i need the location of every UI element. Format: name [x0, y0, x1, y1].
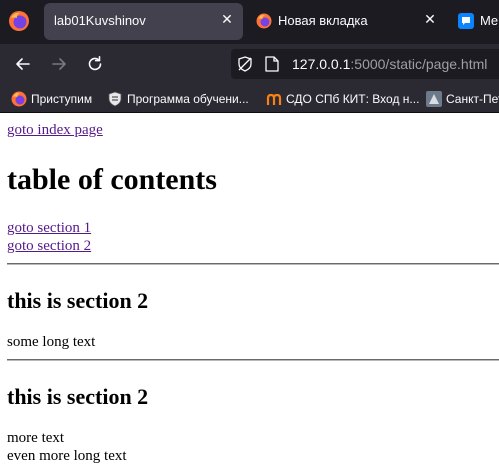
url-path: :5000/static/page.html — [350, 56, 488, 72]
section-heading: this is section 2 — [7, 288, 149, 313]
url-host: 127.0.0.1 — [292, 56, 351, 72]
tab-title: Новая вкладка — [278, 13, 368, 28]
shield-icon — [108, 91, 122, 107]
forward-arrow-icon[interactable] — [48, 53, 70, 75]
moodle-icon — [266, 93, 282, 105]
section-text: some long text — [7, 334, 96, 350]
page-icon[interactable] — [265, 56, 279, 72]
tab-title: lab01Kuvshinov — [54, 13, 146, 28]
tab-bar: lab01Kuvshinov ✕ Новая вкладка ✕ Me — [0, 0, 499, 44]
address-bar[interactable]: 127.0.0.1:5000/static/page.html — [231, 49, 499, 79]
divider — [7, 263, 499, 265]
close-icon[interactable]: ✕ — [422, 11, 438, 27]
tracking-protection-icon[interactable] — [237, 56, 253, 72]
page-title: table of contents — [7, 163, 217, 196]
browser-chrome: lab01Kuvshinov ✕ Новая вкладка ✕ Me 127.… — [0, 0, 499, 113]
bookmark-label: Приступим — [31, 92, 93, 106]
section-text: even more long text — [7, 448, 127, 464]
tab-third[interactable]: Me — [452, 3, 499, 40]
navigation-toolbar: 127.0.0.1:5000/static/page.html — [0, 44, 499, 84]
firefox-icon — [11, 91, 27, 107]
bookmark-label: Программа обучени... — [127, 92, 249, 106]
bookmark-label: СДО СПб КИТ: Вход н... — [286, 92, 420, 106]
section-text: more text — [7, 430, 65, 446]
bookmark-label: Санкт-Пет — [446, 92, 499, 106]
page-content: goto index page table of contents goto s… — [0, 113, 499, 468]
chat-icon — [458, 13, 474, 29]
url-text[interactable]: 127.0.0.1:5000/static/page.html — [292, 56, 487, 72]
section-1-link[interactable]: goto section 1 — [7, 220, 91, 237]
tab-new-tab[interactable]: Новая вкладка ✕ — [248, 3, 446, 40]
index-link[interactable]: goto index page — [7, 122, 103, 139]
tab-lab01[interactable]: lab01Kuvshinov ✕ — [44, 3, 243, 40]
reload-icon[interactable] — [84, 53, 106, 75]
back-arrow-icon[interactable] — [12, 53, 34, 75]
firefox-menu-icon[interactable] — [8, 10, 30, 32]
divider — [7, 359, 499, 361]
bookmarks-toolbar: Приступим Программа обучени... СДО СПб К… — [0, 84, 499, 113]
section-2-link[interactable]: goto section 2 — [7, 238, 91, 255]
site-icon — [426, 91, 442, 107]
close-icon[interactable]: ✕ — [219, 11, 235, 27]
tab-title: Me — [480, 13, 499, 28]
section-heading: this is section 2 — [7, 384, 149, 409]
firefox-icon — [256, 13, 272, 29]
